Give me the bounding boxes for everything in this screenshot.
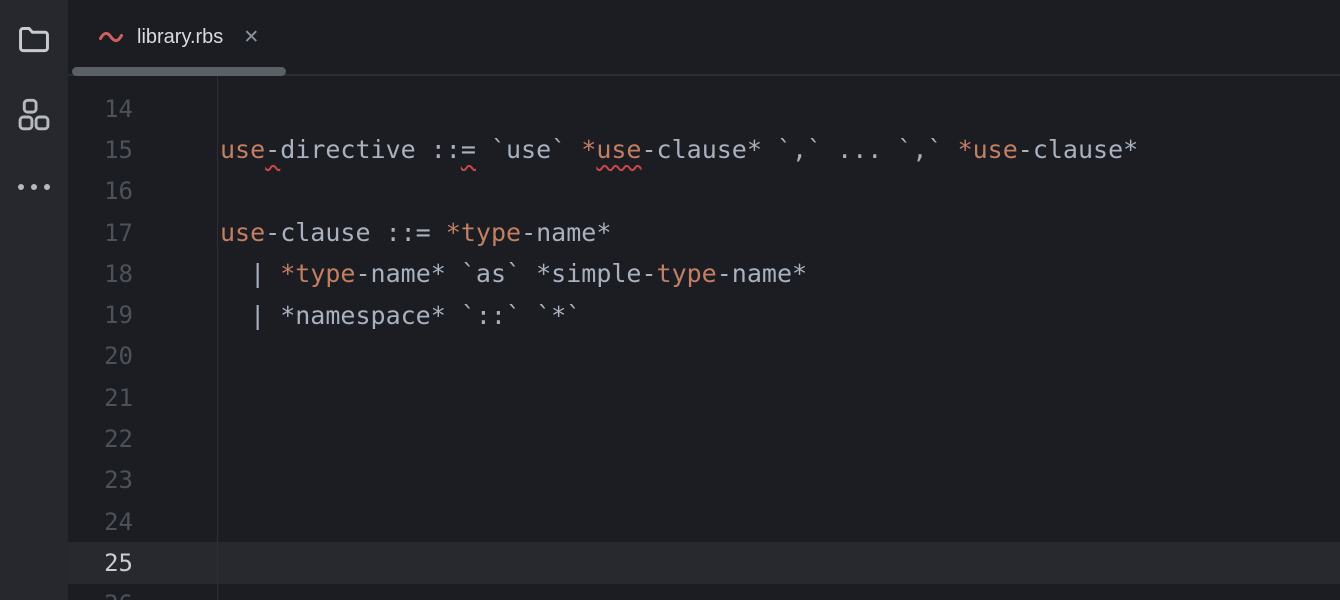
code-area: 1415use-directive ::= `use` *use-clause*…	[68, 76, 1340, 600]
code-line[interactable]: 20	[68, 336, 1340, 377]
code-line[interactable]: 21	[68, 377, 1340, 418]
code-line[interactable]: 19 | *namespace* `::` `*`	[68, 294, 1340, 335]
code-line[interactable]: 25	[68, 542, 1340, 583]
tab-library-rbs[interactable]: library.rbs ✕	[68, 0, 290, 74]
code-content[interactable]: | *type-name* `as` *simple-type-name*	[133, 259, 1340, 288]
line-number[interactable]: 22	[68, 425, 133, 453]
code-line[interactable]: 22	[68, 418, 1340, 459]
line-number[interactable]: 15	[68, 136, 133, 164]
active-tab-indicator	[72, 67, 286, 76]
line-number[interactable]: 17	[68, 219, 133, 247]
editor-window: library.rbs ✕ 1415use-directive ::= `use…	[0, 0, 1340, 600]
close-icon[interactable]: ✕	[243, 28, 259, 47]
line-number[interactable]: 19	[68, 301, 133, 329]
code-line[interactable]: 17use-clause ::= *type-name*	[68, 212, 1340, 253]
folder-icon	[17, 25, 51, 55]
code-content[interactable]: use-directive ::= `use` *use-clause* `,`…	[133, 135, 1340, 164]
code-line[interactable]: 15use-directive ::= `use` *use-clause* `…	[68, 129, 1340, 170]
code-line[interactable]: 14	[68, 88, 1340, 129]
blocks-icon	[18, 98, 50, 136]
gutter-guide-line	[217, 76, 218, 600]
code-line[interactable]: 23	[68, 460, 1340, 501]
line-number[interactable]: 21	[68, 384, 133, 412]
tab-bar: library.rbs ✕	[68, 0, 1340, 76]
tilde-squiggle-icon	[98, 29, 127, 45]
code-line[interactable]: 18 | *type-name* `as` *simple-type-name*	[68, 253, 1340, 294]
more-panels-button[interactable]	[0, 170, 68, 204]
sidebar	[0, 0, 68, 600]
code-content[interactable]: use-clause ::= *type-name*	[133, 218, 1340, 247]
line-number[interactable]: 18	[68, 260, 133, 288]
collab-panel-button[interactable]	[0, 96, 68, 138]
line-number[interactable]: 25	[68, 549, 133, 577]
code-line[interactable]: 24	[68, 501, 1340, 542]
tab-title: library.rbs	[137, 26, 223, 49]
line-number[interactable]: 24	[68, 508, 133, 536]
ellipsis-icon	[18, 184, 50, 190]
line-number[interactable]: 26	[68, 590, 133, 600]
code-line[interactable]: 16	[68, 171, 1340, 212]
project-panel-button[interactable]	[0, 20, 68, 60]
line-number[interactable]: 23	[68, 466, 133, 494]
code-content[interactable]: | *namespace* `::` `*`	[133, 301, 1340, 330]
line-number[interactable]: 16	[68, 177, 133, 205]
line-number[interactable]: 20	[68, 342, 133, 370]
line-number[interactable]: 14	[68, 95, 133, 123]
editor-pane[interactable]: 1415use-directive ::= `use` *use-clause*…	[68, 76, 1340, 600]
code-line[interactable]: 26	[68, 584, 1340, 600]
